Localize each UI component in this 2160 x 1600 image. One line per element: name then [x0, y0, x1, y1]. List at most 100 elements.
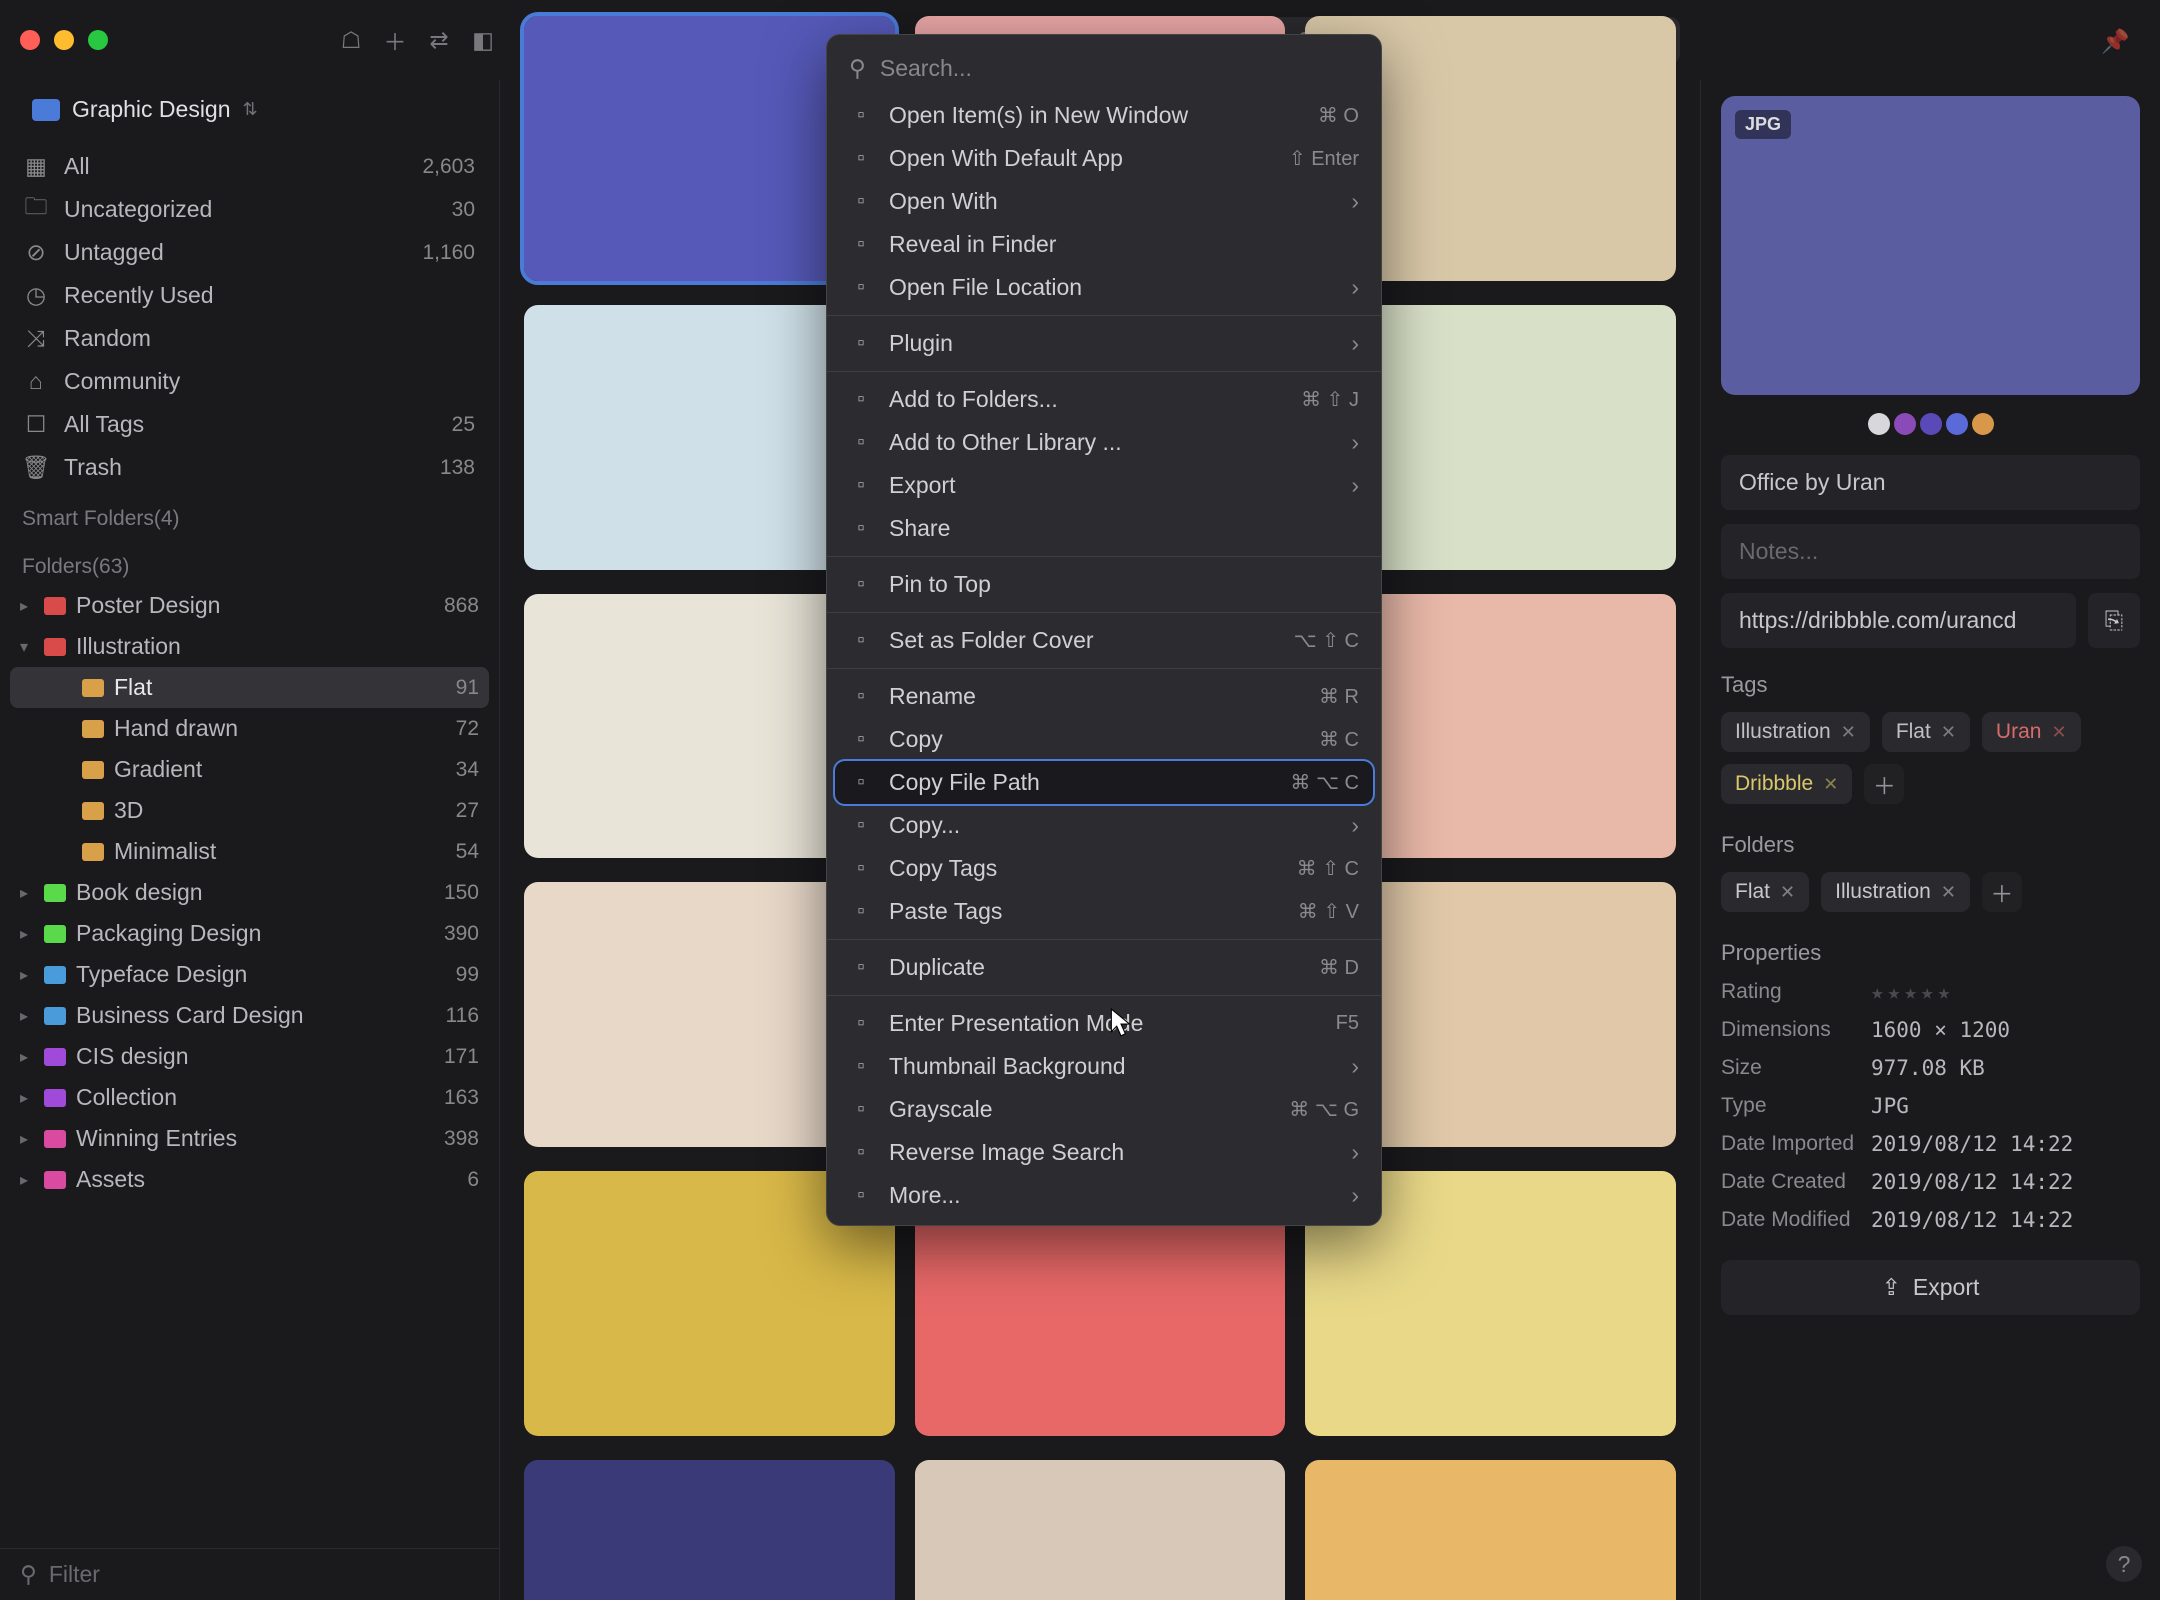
- nav-trash[interactable]: 🗑Trash138: [10, 446, 489, 489]
- open-url-button[interactable]: ⎘: [2088, 593, 2140, 648]
- menu-open-file-location[interactable]: ▫Open File Location›: [827, 266, 1381, 309]
- folder-minimalist[interactable]: Minimalist54: [10, 831, 489, 872]
- menu-reveal-in-finder[interactable]: ▫Reveal in Finder: [827, 223, 1381, 266]
- folder-typeface-design[interactable]: ▸Typeface Design99: [10, 954, 489, 995]
- size-label: Size: [1721, 1056, 1871, 1080]
- menu-copy-file-path[interactable]: ▫Copy File Path⌘ ⌥ C: [835, 761, 1373, 804]
- disclosure-icon[interactable]: ▸: [20, 1006, 34, 1026]
- library-selector[interactable]: Graphic Design ⇅: [10, 84, 489, 135]
- menu-copy[interactable]: ▫Copy⌘ C: [827, 718, 1381, 761]
- disclosure-icon[interactable]: ▸: [20, 965, 34, 985]
- menu-set-as-folder-cover[interactable]: ▫Set as Folder Cover⌥ ⇧ C: [827, 619, 1381, 662]
- disclosure-icon[interactable]: ▸: [20, 596, 34, 616]
- smart-folders-header[interactable]: Smart Folders(4): [0, 489, 499, 537]
- menu-plugin[interactable]: ▫Plugin›: [827, 322, 1381, 365]
- add-tag-button[interactable]: ＋: [1864, 764, 1904, 804]
- folder-illustration[interactable]: ▾Illustration: [10, 626, 489, 667]
- folder-gradient[interactable]: Gradient34: [10, 749, 489, 790]
- disclosure-icon[interactable]: ▾: [20, 637, 34, 657]
- filter-bar[interactable]: ⚲ Filter: [0, 1548, 499, 1600]
- menu-pin-to-top[interactable]: ▫Pin to Top: [827, 563, 1381, 606]
- nav-untagged[interactable]: ⊘Untagged1,160: [10, 231, 489, 274]
- nav-random[interactable]: ⤨Random: [10, 317, 489, 360]
- disclosure-icon[interactable]: ▸: [20, 883, 34, 903]
- menu-thumbnail-background[interactable]: ▫Thumbnail Background›: [827, 1045, 1381, 1088]
- nav-recently-used[interactable]: ◷Recently Used: [10, 274, 489, 317]
- minimize-window[interactable]: [54, 30, 74, 50]
- remove-folder-icon[interactable]: ✕: [1941, 882, 1956, 903]
- sidebar-toggle-icon[interactable]: ◧: [468, 25, 498, 55]
- color-swatch[interactable]: [1972, 413, 1994, 435]
- tag-uran[interactable]: Uran✕: [1982, 712, 2081, 752]
- disclosure-icon[interactable]: ▸: [20, 1170, 34, 1190]
- title-field[interactable]: Office by Uran: [1721, 455, 2140, 510]
- menu-duplicate[interactable]: ▫Duplicate⌘ D: [827, 946, 1381, 989]
- folder-hand-drawn[interactable]: Hand drawn72: [10, 708, 489, 749]
- menu-rename[interactable]: ▫Rename⌘ R: [827, 675, 1381, 718]
- tag-flat[interactable]: Flat✕: [1882, 712, 1970, 752]
- disclosure-icon[interactable]: ▸: [20, 1088, 34, 1108]
- nav-all-tags[interactable]: ☐All Tags25: [10, 403, 489, 446]
- color-swatch[interactable]: [1920, 413, 1942, 435]
- notes-field[interactable]: Notes...: [1721, 524, 2140, 579]
- folder-collection[interactable]: ▸Collection163: [10, 1077, 489, 1118]
- rating-stars[interactable]: ★★★★★: [1871, 980, 2140, 1004]
- remove-tag-icon[interactable]: ✕: [1823, 774, 1838, 795]
- nav-uncategorized[interactable]: 🗀Uncategorized30: [10, 188, 489, 231]
- color-swatch[interactable]: [1868, 413, 1890, 435]
- thumbnail[interactable]: [524, 1460, 895, 1600]
- tag-illustration[interactable]: Illustration✕: [1721, 712, 1870, 752]
- menu-export[interactable]: ▫Export›: [827, 464, 1381, 507]
- nav-community[interactable]: ⌂Community: [10, 360, 489, 403]
- remove-tag-icon[interactable]: ✕: [1941, 722, 1956, 743]
- url-field[interactable]: https://dribbble.com/urancd: [1721, 593, 2076, 648]
- color-swatch[interactable]: [1894, 413, 1916, 435]
- folder-3d[interactable]: 3D27: [10, 790, 489, 831]
- close-window[interactable]: [20, 30, 40, 50]
- menu-add-to-folders[interactable]: ▫Add to Folders...⌘ ⇧ J: [827, 378, 1381, 421]
- menu-grayscale[interactable]: ▫Grayscale⌘ ⌥ G: [827, 1088, 1381, 1131]
- menu-open-item-s-in-new-window[interactable]: ▫Open Item(s) in New Window⌘ O: [827, 94, 1381, 137]
- menu-open-with-default-app[interactable]: ▫Open With Default App⇧ Enter: [827, 137, 1381, 180]
- folder-flat[interactable]: Flat91: [10, 667, 489, 708]
- folder-cis-design[interactable]: ▸CIS design171: [10, 1036, 489, 1077]
- menu-open-with[interactable]: ▫Open With›: [827, 180, 1381, 223]
- menu-more[interactable]: ▫More...›: [827, 1174, 1381, 1217]
- plus-icon[interactable]: ＋: [380, 25, 410, 55]
- disclosure-icon[interactable]: ▸: [20, 924, 34, 944]
- transfer-icon[interactable]: ⇄: [424, 25, 454, 55]
- menu-reverse-image-search[interactable]: ▫Reverse Image Search›: [827, 1131, 1381, 1174]
- menu-enter-presentation-mode[interactable]: ▫Enter Presentation ModeF5: [827, 1002, 1381, 1045]
- folder-business-card-design[interactable]: ▸Business Card Design116: [10, 995, 489, 1036]
- menu-copy-tags[interactable]: ▫Copy Tags⌘ ⇧ C: [827, 847, 1381, 890]
- tag-dribbble[interactable]: Dribbble✕: [1721, 764, 1852, 804]
- folder-assets[interactable]: ▸Assets6: [10, 1159, 489, 1200]
- menu-add-to-other-library[interactable]: ▫Add to Other Library ...›: [827, 421, 1381, 464]
- remove-tag-icon[interactable]: ✕: [2051, 722, 2066, 743]
- thumbnail[interactable]: [915, 1460, 1286, 1600]
- menu-share[interactable]: ▫Share: [827, 507, 1381, 550]
- menu-paste-tags[interactable]: ▫Paste Tags⌘ ⇧ V: [827, 890, 1381, 933]
- menu-copy[interactable]: ▫Copy...›: [827, 804, 1381, 847]
- color-swatch[interactable]: [1946, 413, 1968, 435]
- remove-tag-icon[interactable]: ✕: [1841, 722, 1856, 743]
- bell-icon[interactable]: ☖: [336, 25, 366, 55]
- folder-chip-illustration[interactable]: Illustration✕: [1821, 872, 1970, 912]
- add-folder-button[interactable]: ＋: [1982, 872, 2022, 912]
- pin-icon[interactable]: 📌: [2101, 28, 2130, 55]
- folder-book-design[interactable]: ▸Book design150: [10, 872, 489, 913]
- help-button[interactable]: ?: [2106, 1546, 2142, 1582]
- maximize-window[interactable]: [88, 30, 108, 50]
- folder-poster-design[interactable]: ▸Poster Design868: [10, 585, 489, 626]
- folder-winning-entries[interactable]: ▸Winning Entries398: [10, 1118, 489, 1159]
- thumbnail[interactable]: [1305, 1460, 1676, 1600]
- folder-packaging-design[interactable]: ▸Packaging Design390: [10, 913, 489, 954]
- nav-all[interactable]: ▦All2,603: [10, 145, 489, 188]
- folder-chip-flat[interactable]: Flat✕: [1721, 872, 1809, 912]
- disclosure-icon[interactable]: ▸: [20, 1129, 34, 1149]
- remove-folder-icon[interactable]: ✕: [1780, 882, 1795, 903]
- disclosure-icon[interactable]: ▸: [20, 1047, 34, 1067]
- export-button[interactable]: ⇪ Export: [1721, 1260, 2140, 1315]
- context-menu-search[interactable]: ⚲ Search...: [827, 43, 1381, 94]
- folders-header[interactable]: Folders(63): [0, 537, 499, 585]
